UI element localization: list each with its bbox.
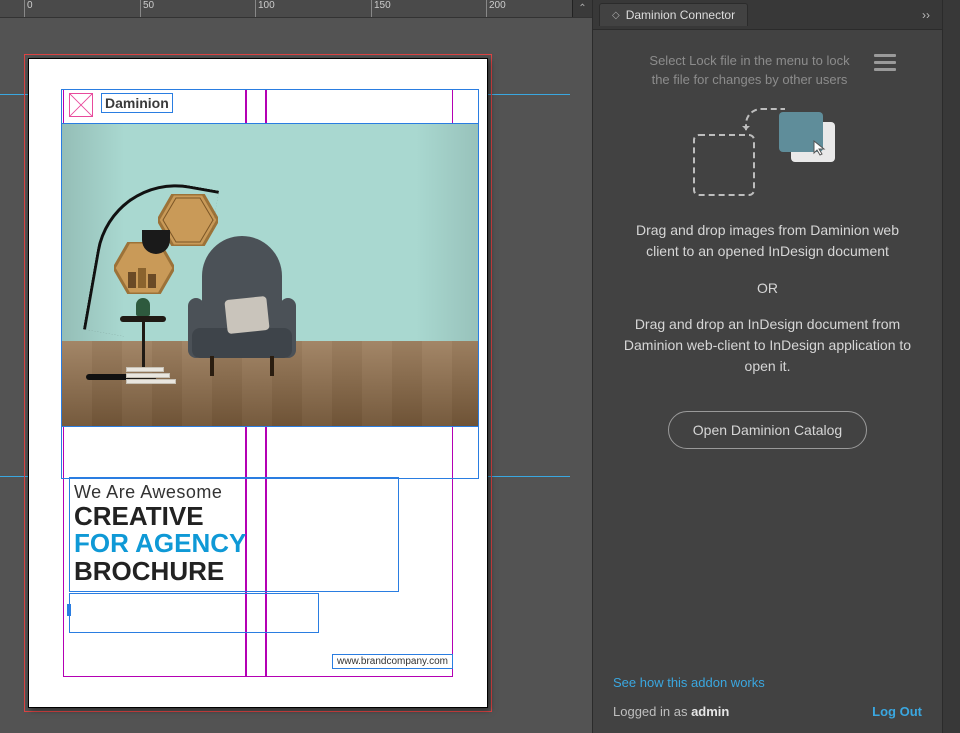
hero-image — [62, 124, 478, 426]
hero-image-frame[interactable] — [61, 123, 479, 427]
cursor-icon — [813, 140, 829, 156]
headline-line1: We Are Awesome — [74, 482, 394, 503]
panel-collapse-button[interactable]: ›› — [916, 6, 936, 24]
help-link[interactable]: See how this addon works — [613, 675, 765, 690]
headline-line2: CREATIVE — [74, 503, 394, 530]
instruction-text-2: Drag and drop an InDesign document from … — [619, 314, 916, 377]
ruler-tick: 50 — [140, 0, 154, 17]
drag-drop-illustration — [693, 106, 843, 196]
or-separator: OR — [757, 280, 778, 296]
logo-text-frame[interactable]: Daminion — [101, 93, 173, 113]
panel-body: Select Lock file in the menu to lock the… — [593, 30, 942, 733]
document-workspace[interactable]: 0 50 100 150 200 300 350 400 ⌃ — [0, 0, 592, 733]
collapse-icon: ◇ — [612, 10, 620, 21]
url-text-frame[interactable]: www.brandcompany.com — [332, 654, 453, 669]
daminion-connector-panel: ◇ Daminion Connector ›› Select Lock file… — [592, 0, 942, 733]
logo-image-frame[interactable] — [69, 93, 93, 117]
panel-tab-label: Daminion Connector — [626, 8, 735, 22]
logout-link[interactable]: Log Out — [872, 704, 922, 719]
username: admin — [691, 704, 729, 719]
ruler-horizontal[interactable]: 0 50 100 150 200 300 350 400 ⌃ — [0, 0, 592, 18]
headline-line4: BROCHURE — [74, 558, 394, 585]
open-catalog-button[interactable]: Open Daminion Catalog — [668, 411, 867, 449]
logged-in-label: Logged in as admin — [613, 704, 729, 719]
headline-line3: FOR AGENCY — [74, 530, 394, 557]
ruler-end-cap: ⌃ — [572, 0, 592, 18]
lock-hint-text: Select Lock file in the menu to lock the… — [640, 52, 860, 90]
panel-tab-bar: ◇ Daminion Connector ›› — [593, 0, 942, 30]
ruler-tick: 200 — [486, 0, 506, 17]
instruction-text-1: Drag and drop images from Daminion web c… — [619, 220, 916, 262]
document-page[interactable]: Daminion — [28, 58, 488, 708]
ruler-tick: 100 — [255, 0, 275, 17]
headline-text-frame[interactable]: We Are Awesome CREATIVE FOR AGENCY BROCH… — [69, 477, 399, 592]
armchair-icon — [182, 236, 302, 376]
ruler-tick: 0 — [24, 0, 33, 17]
empty-text-frame[interactable] — [69, 593, 319, 633]
ruler-tick: 150 — [371, 0, 391, 17]
panel-menu-button[interactable] — [874, 54, 896, 71]
book-stack-icon — [126, 364, 176, 384]
canvas[interactable]: Daminion — [0, 18, 592, 733]
panel-tab-daminion[interactable]: ◇ Daminion Connector — [599, 3, 748, 26]
panel-dock-strip[interactable] — [942, 0, 960, 733]
page-surface[interactable]: Daminion — [28, 58, 488, 708]
